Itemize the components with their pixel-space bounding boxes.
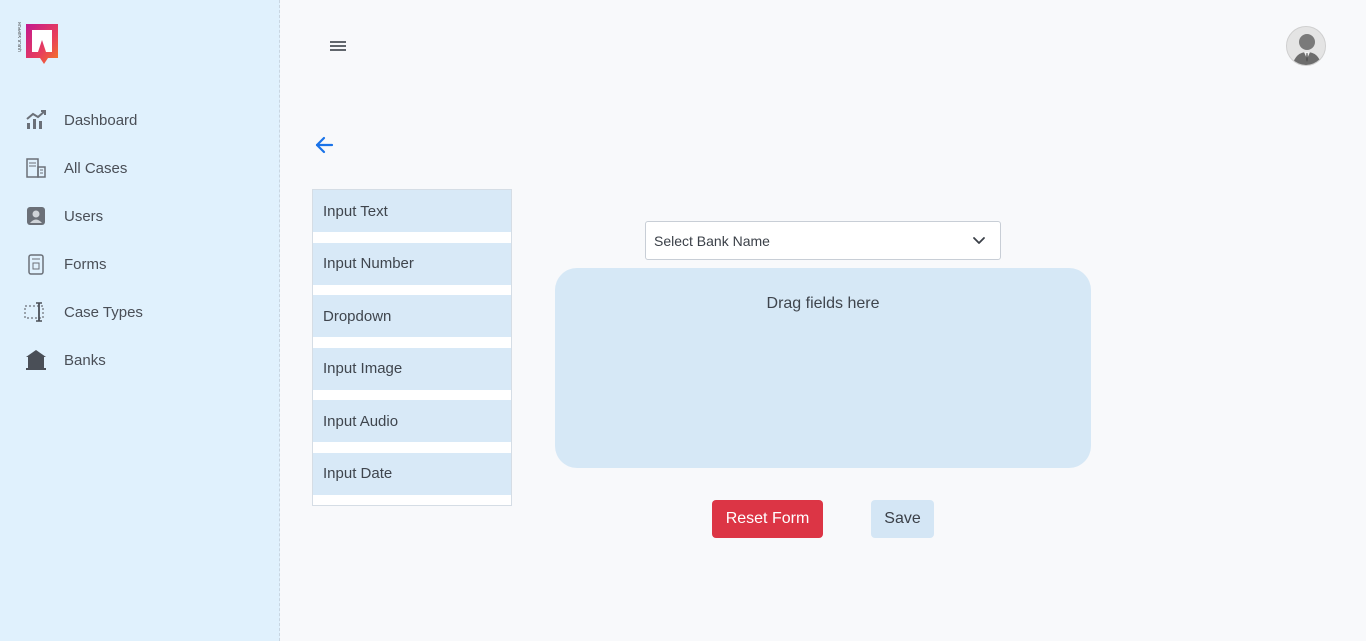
sidebar-item-label: Dashboard	[64, 111, 138, 129]
palette-field-input-image[interactable]: Input Image	[313, 347, 511, 390]
back-arrow-icon[interactable]	[313, 134, 335, 156]
bank-name-select-value: Select Bank Name	[654, 232, 770, 249]
sidebar-item-banks[interactable]: Banks	[0, 336, 279, 384]
bank-name-select[interactable]: Select Bank Name	[645, 221, 1001, 260]
palette-field-input-text[interactable]: Input Text	[313, 190, 511, 232]
sidebar-item-case-types[interactable]: Case Types	[0, 288, 279, 336]
sidebar-item-label: All Cases	[64, 159, 128, 177]
palette-field-input-audio[interactable]: Input Audio	[313, 400, 511, 442]
case-types-icon	[24, 300, 48, 324]
quick-support-logo[interactable]: QUICK SUPPORT	[17, 19, 62, 66]
dashboard-chart-icon	[24, 108, 48, 132]
chevron-down-icon	[972, 234, 986, 248]
sidebar: QUICK SUPPORT Dashboard All Cases Users	[0, 0, 280, 641]
form-drop-zone[interactable]: Drag fields here	[555, 268, 1091, 468]
all-cases-icon	[24, 156, 48, 180]
sidebar-item-label: Users	[64, 207, 104, 225]
user-avatar[interactable]	[1286, 26, 1326, 66]
save-button[interactable]: Save	[871, 500, 934, 538]
hamburger-icon[interactable]	[328, 36, 348, 56]
sidebar-item-label: Banks	[64, 351, 106, 369]
forms-icon	[24, 252, 48, 276]
palette-field-input-date[interactable]: Input Date	[313, 452, 511, 495]
sidebar-item-label: Case Types	[64, 303, 143, 321]
sidebar-item-forms[interactable]: Forms	[0, 240, 279, 288]
reset-form-button[interactable]: Reset Form	[712, 500, 823, 538]
sidebar-item-dashboard[interactable]: Dashboard	[0, 96, 279, 144]
svg-text:QUICK SUPPORT: QUICK SUPPORT	[18, 22, 22, 52]
sidebar-item-label: Forms	[64, 255, 107, 273]
user-icon	[24, 204, 48, 228]
palette-field-input-number[interactable]: Input Number	[313, 242, 511, 285]
bank-icon	[24, 348, 48, 372]
field-palette: Input Text Input Number Dropdown Input I…	[312, 189, 512, 506]
sidebar-nav: Dashboard All Cases Users Forms Case Typ…	[0, 96, 279, 384]
sidebar-item-users[interactable]: Users	[0, 192, 279, 240]
sidebar-item-all-cases[interactable]: All Cases	[0, 144, 279, 192]
drop-zone-label: Drag fields here	[766, 295, 880, 312]
palette-field-dropdown[interactable]: Dropdown	[313, 295, 511, 337]
